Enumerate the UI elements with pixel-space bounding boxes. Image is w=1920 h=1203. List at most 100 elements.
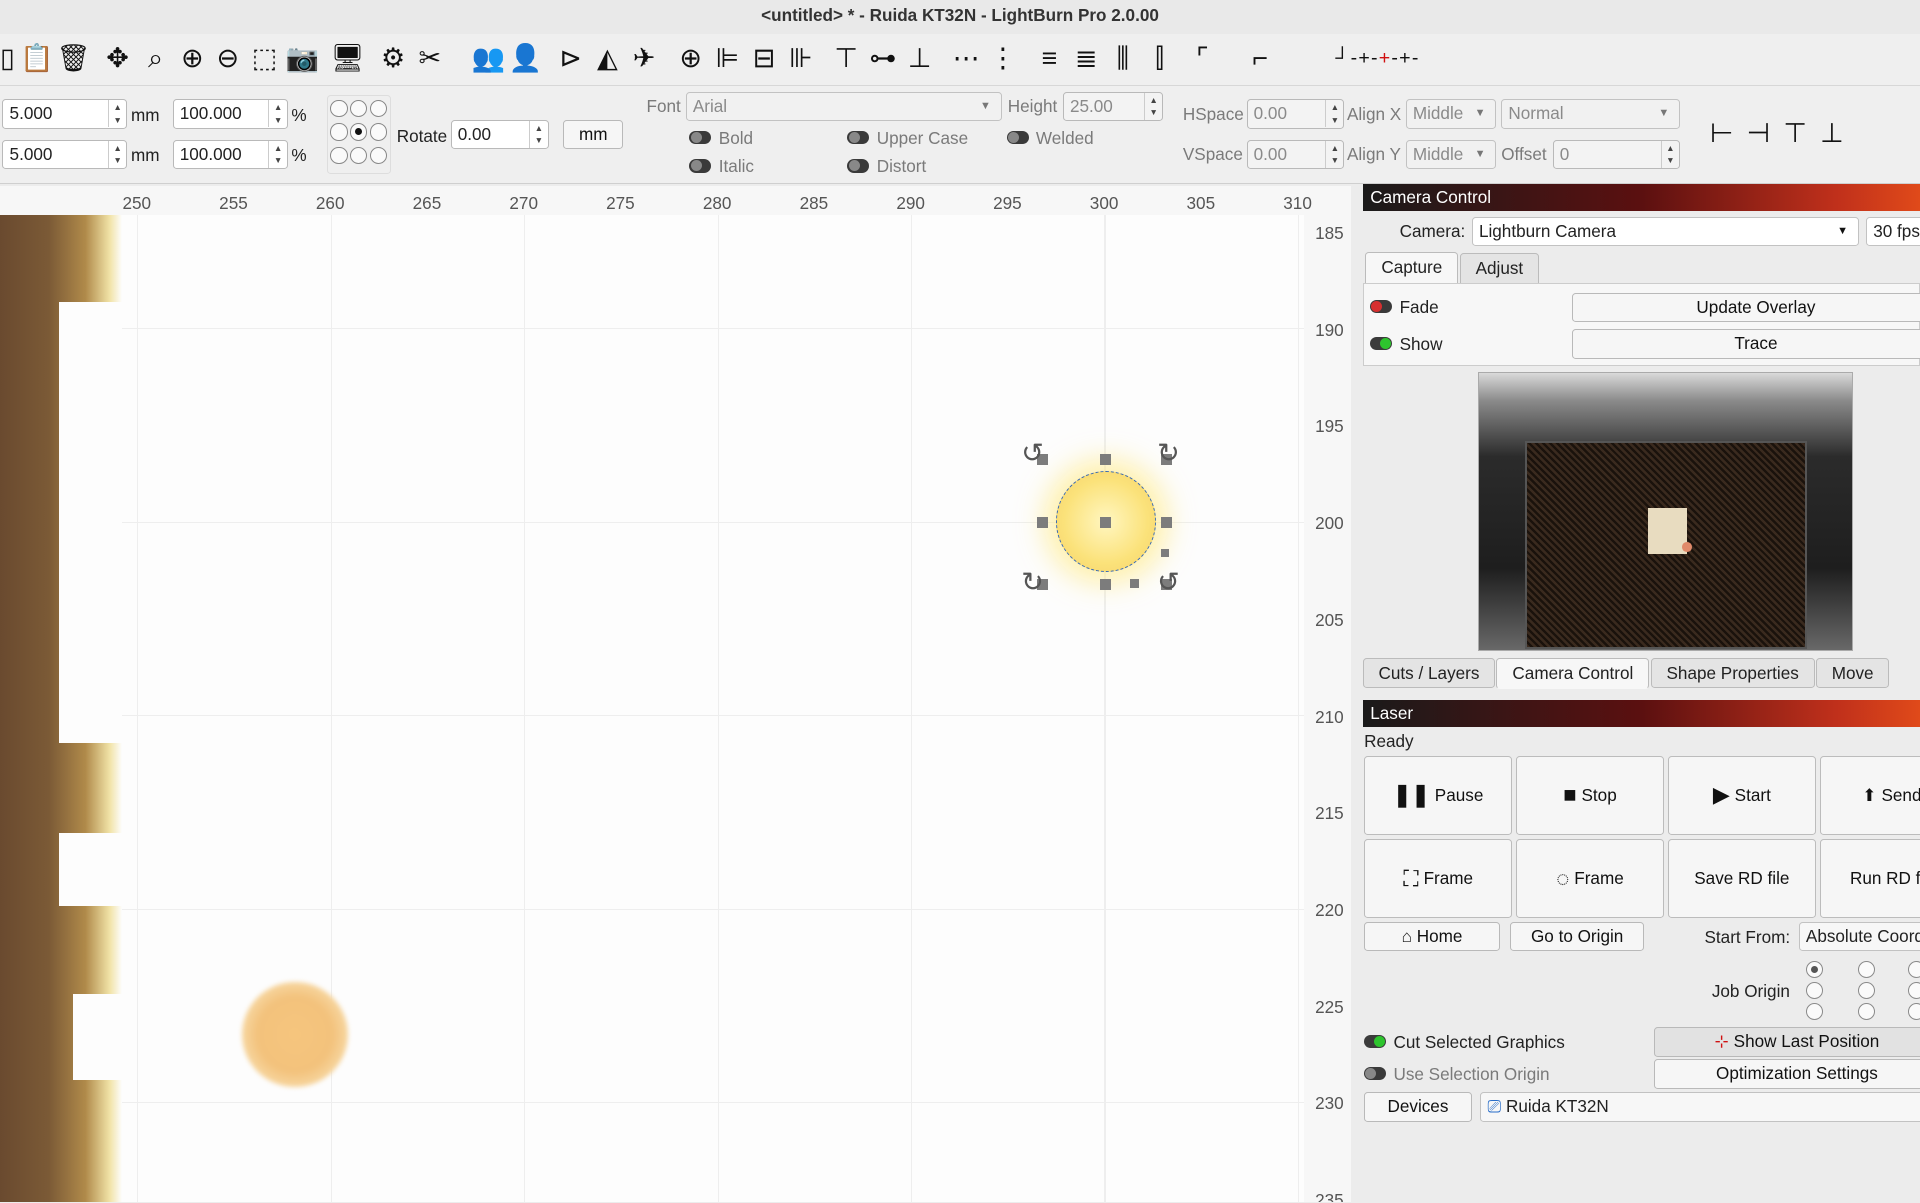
trace-button[interactable]: Trace (1572, 329, 1920, 359)
text-align-top-icon[interactable]: ⊤ (1778, 115, 1812, 152)
show-toggle[interactable] (1370, 336, 1393, 351)
home-button[interactable]: ⌂ Home (1364, 922, 1500, 952)
y-position-field[interactable]: 5.000 ▲ ▼ (2, 139, 128, 169)
group-icon[interactable]: 👥 (471, 40, 506, 77)
tab-move[interactable]: Move (1815, 657, 1890, 689)
zoom-selection-icon[interactable]: ⬚ (247, 40, 281, 77)
origin-marker-icon[interactable]: ┘-+- + -+- (1310, 40, 1445, 77)
welded-toggle[interactable] (1006, 131, 1029, 145)
italic-toggle[interactable] (689, 159, 712, 173)
mirror-icon[interactable]: ◭ (590, 40, 624, 77)
job-origin-middle-right[interactable] (1907, 982, 1920, 1000)
move-icon[interactable]: ✥ (100, 40, 134, 77)
tab-camera-control[interactable]: Camera Control (1496, 657, 1650, 690)
bracket-icon[interactable]: ⫿ (1142, 40, 1176, 77)
job-origin-top-center[interactable] (1857, 961, 1875, 979)
hspace-stepper-arrows[interactable]: ▲ ▼ (1325, 100, 1343, 128)
bold-toggle[interactable] (689, 131, 712, 145)
height-stepper-arrows[interactable]: ▲ ▼ (268, 140, 286, 168)
paste-icon[interactable]: 📋 (20, 40, 54, 77)
zoom-icon[interactable]: ⌕ (138, 40, 172, 77)
fade-toggle[interactable] (1370, 300, 1393, 314)
job-origin-bottom-center[interactable] (1857, 1002, 1875, 1020)
space-h-icon[interactable]: ≡ (1032, 40, 1066, 77)
pause-button[interactable]: ❚❚ Pause (1364, 755, 1513, 836)
vspace-stepper-arrows[interactable]: ▲ ▼ (1325, 140, 1343, 168)
target-icon[interactable]: ⊕ (673, 40, 707, 77)
units-toggle-button[interactable]: mm (563, 119, 624, 150)
tab-cuts-layers[interactable]: Cuts / Layers (1362, 657, 1496, 689)
job-origin-center[interactable] (1857, 982, 1875, 1000)
design-canvas[interactable]: 250 255 260 265 270 275 280 285 290 295 … (0, 186, 1351, 1203)
x-position-field[interactable]: 5.000 ▲ ▼ (2, 99, 128, 129)
width-percent-field[interactable]: 100.000 ▲ ▼ (172, 99, 288, 129)
offset-field[interactable]: 0 ▲ ▼ (1552, 139, 1680, 169)
tools-icon[interactable]: ✂ (413, 40, 447, 77)
tab-adjust[interactable]: Adjust (1459, 253, 1540, 286)
start-from-dropdown[interactable]: Absolute Coords (1798, 922, 1920, 952)
monitor-icon[interactable]: 🖥 (331, 40, 365, 77)
devices-button[interactable]: Devices (1364, 1092, 1472, 1122)
selection-handle-bottom-mid[interactable] (1130, 579, 1139, 588)
anchor-top-center[interactable] (349, 100, 368, 118)
anchor-center[interactable] (349, 123, 368, 141)
align-center-icon[interactable]: ⊟ (747, 40, 781, 77)
selection-handle-center[interactable] (1099, 516, 1111, 528)
camera-dropdown[interactable]: Lightburn Camera ▼ (1471, 216, 1859, 247)
text-align-right-icon[interactable]: ⊣ (1741, 115, 1775, 152)
distribute-h-icon[interactable]: ⋯ (949, 40, 983, 77)
send-button[interactable]: ⬆ Send (1819, 755, 1920, 836)
text-align-left-icon[interactable]: ⊢ (1705, 115, 1739, 152)
align-middle-icon[interactable]: ⊶ (866, 40, 900, 77)
selection-handle-right-mid[interactable] (1160, 548, 1170, 558)
rotate-stepper-arrows[interactable]: ▲ ▼ (529, 120, 547, 148)
frame-circle-button[interactable]: ◌ Frame (1515, 838, 1665, 919)
corner-icon[interactable]: ⌜ (1185, 40, 1219, 77)
anchor-middle-right[interactable] (369, 123, 387, 141)
rotate-handle-bottom-right-icon[interactable]: ↺ (1157, 569, 1180, 596)
anchor-middle-left[interactable] (330, 123, 348, 141)
offset-stepper-arrows[interactable]: ▲ ▼ (1660, 140, 1679, 168)
show-last-position-button[interactable]: ⊹ Show Last Position (1654, 1027, 1920, 1057)
step-icon[interactable]: ⌐ (1243, 40, 1277, 77)
rotate-field[interactable]: 0.00 ▲ ▼ (450, 119, 549, 150)
fps-dropdown[interactable]: 30 fps (1866, 216, 1920, 247)
space-v-icon[interactable]: ≣ (1069, 40, 1103, 77)
anchor-top-right[interactable] (369, 100, 387, 118)
align-right-icon[interactable]: ⊪ (784, 40, 818, 77)
selection-handle-right[interactable] (1160, 516, 1172, 528)
upper-case-toggle[interactable] (847, 131, 870, 145)
use-selection-origin-toggle[interactable] (1364, 1066, 1387, 1080)
align-x-dropdown[interactable]: Middle ▼ (1405, 99, 1497, 129)
text-align-bottom-icon[interactable]: ⊥ (1815, 115, 1849, 152)
font-dropdown[interactable]: Arial ▼ (685, 91, 1002, 122)
rotate-handle-bottom-left-icon[interactable]: ↻ (1021, 569, 1044, 596)
distort-toggle[interactable] (847, 159, 870, 173)
run-rd-file-button[interactable]: Run RD file (1819, 838, 1920, 919)
text-style-dropdown[interactable]: Normal ▼ (1501, 99, 1680, 129)
rotate-handle-top-left-icon[interactable]: ↺ (1021, 439, 1044, 467)
anchor-bottom-center[interactable] (349, 146, 368, 164)
hspace-field[interactable]: 0.00 ▲ ▼ (1246, 99, 1345, 129)
selection-handle-bottom[interactable] (1099, 579, 1111, 591)
width-stepper-arrows[interactable]: ▲ ▼ (268, 100, 286, 128)
start-button[interactable]: ▶ Start (1667, 755, 1816, 836)
height-percent-field[interactable]: 100.000 ▲ ▼ (172, 139, 288, 169)
optimization-settings-button[interactable]: Optimization Settings (1654, 1059, 1920, 1089)
zoom-out-icon[interactable]: ⊖ (211, 40, 245, 77)
text-height-field[interactable]: 25.00 ▲ ▼ (1062, 91, 1164, 122)
y-stepper-arrows[interactable]: ▲ ▼ (107, 140, 126, 168)
selection-handle-left[interactable] (1037, 516, 1049, 528)
anchor-bottom-right[interactable] (369, 146, 387, 164)
camera-capture-icon[interactable]: 📷 (285, 40, 320, 77)
delete-icon[interactable]: 🗑 (56, 40, 90, 77)
frame-rect-button[interactable]: ⛶ Frame (1364, 838, 1513, 919)
anchor-top-left[interactable] (330, 100, 348, 118)
device-dropdown[interactable]: ⎚ Ruida KT32N (1480, 1092, 1920, 1122)
go-to-origin-button[interactable]: Go to Origin (1509, 922, 1645, 952)
job-origin-bottom-right[interactable] (1907, 1002, 1920, 1020)
distribute-v-icon[interactable]: ⋮ (986, 40, 1020, 77)
selection-handle-top[interactable] (1099, 454, 1111, 466)
update-overlay-button[interactable]: Update Overlay (1572, 292, 1920, 323)
user-icon[interactable]: 👤 (508, 40, 543, 77)
